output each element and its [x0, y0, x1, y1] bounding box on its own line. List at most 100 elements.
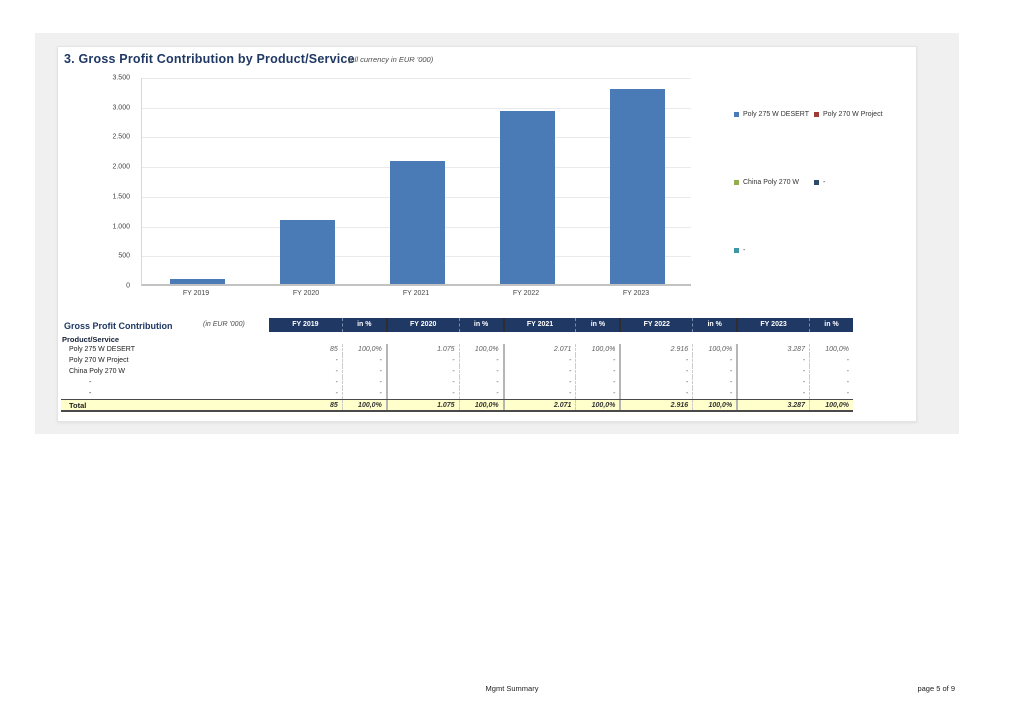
table-subtitle: Product/Service — [61, 335, 119, 344]
table-title-cell: Gross Profit Contribution (in EUR '000) — [61, 318, 269, 332]
footer-page-number: page 5 of 9 — [917, 684, 955, 693]
table-cell: - — [503, 355, 576, 366]
legend-label: China Poly 270 W — [743, 179, 799, 186]
table-cell: - — [342, 377, 386, 388]
legend-label: - — [743, 247, 745, 254]
table-cell: - — [736, 366, 809, 377]
table-cell: - — [619, 377, 692, 388]
table-cell: 2.916 — [619, 344, 692, 355]
table-row: ----------- — [61, 377, 853, 388]
table-cell: 3.287 — [736, 400, 809, 410]
table-cell: - — [386, 366, 459, 377]
legend-label: Poly 270 W Project — [823, 111, 883, 118]
row-label: China Poly 270 W — [61, 366, 269, 377]
table-cell: 100,0% — [459, 344, 503, 355]
table-cell: - — [619, 388, 692, 399]
table-cell: 1.075 — [386, 344, 459, 355]
table-cell: - — [692, 355, 736, 366]
table-cell: - — [619, 366, 692, 377]
legend-item: Poly 270 W Project — [814, 111, 883, 118]
table-header-groups: FY 2019in %FY 2020in %FY 2021in %FY 2022… — [269, 318, 853, 332]
table-row: China Poly 270 W---------- — [61, 366, 853, 377]
col-header-year: FY 2023 — [736, 318, 809, 332]
row-label: - — [61, 377, 269, 388]
table-subheader-row: Product/Service — [61, 332, 853, 344]
table-cell: - — [269, 388, 342, 399]
gross-profit-table: Gross Profit Contribution (in EUR '000) … — [61, 318, 853, 412]
table-cell: 3.287 — [736, 344, 809, 355]
col-header-pct: in % — [459, 318, 503, 332]
table-cell: 100,0% — [692, 344, 736, 355]
table-cell: - — [736, 355, 809, 366]
table-cell: 100,0% — [809, 344, 853, 355]
footer-sheet-name: Mgmt Summary — [0, 684, 1024, 693]
col-header-year: FY 2019 — [269, 318, 342, 332]
table-cell: - — [809, 388, 853, 399]
table-cell: - — [736, 388, 809, 399]
table-cell: - — [342, 388, 386, 399]
table-cell: - — [503, 377, 576, 388]
table-cell: 100,0% — [575, 344, 619, 355]
table-cell: - — [809, 377, 853, 388]
table-cell: - — [269, 366, 342, 377]
table-cell: - — [692, 377, 736, 388]
col-header-year: FY 2020 — [386, 318, 459, 332]
col-header-pct: in % — [692, 318, 736, 332]
legend-item: - — [814, 179, 825, 186]
table-cell: - — [809, 355, 853, 366]
table-cell: - — [459, 355, 503, 366]
table-cell: - — [575, 388, 619, 399]
table-cell: - — [575, 355, 619, 366]
table-subtitle-cell: Product/Service — [61, 332, 269, 344]
table-cell: - — [692, 388, 736, 399]
table-cell: 85 — [269, 344, 342, 355]
table-cell: - — [386, 355, 459, 366]
table-cell: 2.071 — [503, 344, 576, 355]
table-cell: - — [342, 366, 386, 377]
legend-item: - — [734, 247, 745, 254]
table-cell: - — [269, 355, 342, 366]
row-label: Total — [61, 400, 269, 410]
table-cell: - — [269, 377, 342, 388]
table-cell: - — [459, 377, 503, 388]
col-header-pct: in % — [809, 318, 853, 332]
legend-marker — [734, 180, 739, 185]
table-cell: - — [736, 377, 809, 388]
table-cell: 2.916 — [619, 400, 692, 410]
table-cell: - — [503, 366, 576, 377]
col-header-pct: in % — [342, 318, 386, 332]
col-header-year: FY 2021 — [503, 318, 576, 332]
table-header-row: Gross Profit Contribution (in EUR '000) … — [61, 318, 853, 332]
table-cell: 100,0% — [809, 400, 853, 410]
table-unit-note: (in EUR '000) — [203, 318, 245, 332]
table-body: Poly 275 W DESERT85100,0%1.075100,0%2.07… — [61, 344, 853, 399]
col-header-pct: in % — [575, 318, 619, 332]
legend-label: - — [823, 179, 825, 186]
table-row: ----------- — [61, 388, 853, 399]
table-cell: 100,0% — [342, 400, 386, 410]
table-cell: - — [342, 355, 386, 366]
legend-label: Poly 275 W DESERT — [743, 111, 809, 118]
table-title: Gross Profit Contribution — [61, 321, 173, 331]
table-cell: - — [459, 366, 503, 377]
report-page: 3. Gross Profit Contribution by Product/… — [0, 0, 1024, 724]
table-cell: - — [575, 377, 619, 388]
table-cell: 2.071 — [503, 400, 576, 410]
bar-chart: 05001.0001.5002.0002.5003.0003.500 FY 20… — [58, 47, 918, 317]
legend-item: Poly 275 W DESERT — [734, 111, 809, 118]
table-cell: 100,0% — [342, 344, 386, 355]
table-row: Poly 270 W Project---------- — [61, 355, 853, 366]
table-row: Total85100,0%1.075100,0%2.071100,0%2.916… — [61, 399, 853, 412]
table-cell: 85 — [269, 400, 342, 410]
table-cell: - — [575, 366, 619, 377]
col-header-year: FY 2022 — [619, 318, 692, 332]
legend-marker — [734, 112, 739, 117]
table-cell: 1.075 — [386, 400, 459, 410]
legend-marker — [814, 112, 819, 117]
row-label: - — [61, 388, 269, 399]
table-cell: 100,0% — [692, 400, 736, 410]
legend-marker — [814, 180, 819, 185]
table-cell: - — [386, 388, 459, 399]
table-cell: 100,0% — [575, 400, 619, 410]
legend-item: China Poly 270 W — [734, 179, 799, 186]
